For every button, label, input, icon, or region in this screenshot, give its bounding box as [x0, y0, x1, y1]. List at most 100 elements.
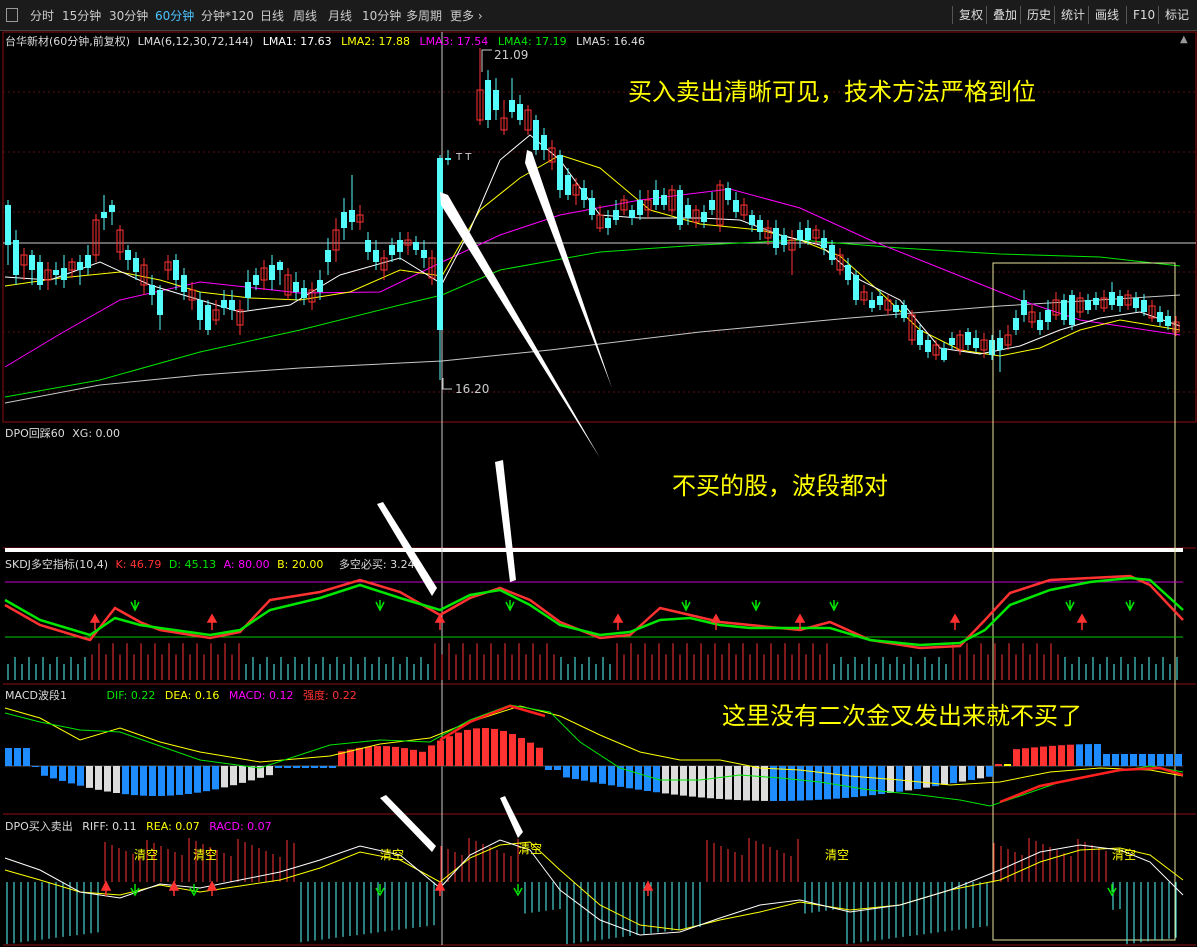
skdj-ls-value: 多空必买: 3.24 [338, 558, 415, 571]
macd-bar [500, 730, 507, 766]
period-tab-7[interactable]: 月线 [328, 7, 352, 24]
macd-bar [239, 766, 246, 783]
macd-bar [923, 766, 930, 788]
candle-body [269, 265, 275, 280]
skdj-histogram [7, 643, 1178, 680]
candle-body [973, 338, 979, 348]
macd-title[interactable]: MACD波段1 [5, 689, 67, 702]
macd-bar [626, 766, 633, 789]
toolbar-button-0[interactable]: 复权 [952, 6, 983, 24]
skdj-title[interactable]: SKDJ多空指标(10,4) [5, 558, 108, 571]
dpo2-racd-value: RACD: 0.07 [209, 820, 272, 833]
candle-body [245, 282, 251, 298]
candle-body [709, 200, 715, 210]
macd-bar [104, 766, 111, 792]
macd-bar [464, 729, 471, 766]
macd-bar [770, 766, 777, 801]
skdj-panel-title: SKDJ多空指标(10,4) K: 46.79 D: 45.13 A: 80.0… [5, 556, 415, 572]
macd-bar [140, 766, 147, 796]
macd-bar [113, 766, 120, 794]
macd-bar [1085, 744, 1092, 766]
macd-bar [1175, 754, 1182, 766]
candle-body [637, 200, 643, 215]
macd-bar [761, 766, 768, 801]
candle-body [845, 265, 851, 280]
toolbar-button-4[interactable]: 画线 [1088, 6, 1119, 24]
candle-body [1037, 320, 1043, 330]
macd-bar [752, 766, 759, 801]
toolbar-button-3[interactable]: 统计 [1054, 6, 1085, 24]
candle-body [1165, 316, 1171, 326]
dpo2-panel-title: DPO买入卖出 RIFF: 0.11 REA: 0.07 RACD: 0.07 [5, 818, 272, 834]
clear-label: 清空 [380, 848, 405, 862]
candle-body [133, 258, 139, 272]
annotation-text: 这里没有二次金叉发出来就不买了 [722, 702, 1082, 730]
candle-body [341, 212, 347, 228]
macd-bar [572, 766, 579, 780]
period-tab-10[interactable]: 更多 › [450, 7, 483, 24]
macd-bar [293, 766, 300, 768]
lma2-line [4, 154, 1181, 357]
period-tab-2[interactable]: 30分钟 [109, 7, 148, 24]
period-tab-0[interactable]: 分时 [30, 7, 54, 24]
chart-canvas: 21.09 16.20 T T [2, 31, 1197, 946]
scroll-up-arrow-icon[interactable]: ▲ [1180, 34, 1188, 45]
macd-bar [419, 751, 426, 766]
macd-bar [356, 747, 363, 766]
period-tab-9[interactable]: 多周期 [406, 7, 442, 24]
lma1-value: LMA1: 17.63 [262, 35, 332, 48]
panel-splitter[interactable] [5, 548, 1183, 552]
candle-body [389, 245, 395, 255]
dpo-title[interactable]: DPO回踩60 [5, 427, 65, 440]
period-tab-6[interactable]: 周线 [293, 7, 317, 24]
candle-body [773, 228, 779, 248]
macd-bar [1058, 745, 1065, 766]
candle-body [53, 270, 59, 275]
candle-body [1069, 295, 1075, 325]
period-tab-5[interactable]: 日线 [260, 7, 284, 24]
sell-arrow-icon [513, 884, 523, 897]
macd-bar [968, 766, 975, 780]
macd-bar [446, 736, 453, 766]
sell-arrow-icon [130, 600, 140, 612]
toolbar-button-6[interactable]: 标记 [1158, 6, 1189, 24]
skdj-d-value: D: 45.13 [168, 558, 217, 571]
macd-bar [707, 766, 714, 799]
macd-bar [41, 766, 48, 776]
candle-body [661, 195, 667, 205]
toolbar-button-2[interactable]: 历史 [1020, 6, 1051, 24]
buy-arrow-icon [206, 613, 218, 630]
sell-arrow-icon [505, 600, 515, 612]
toolbar-button-5[interactable]: F10 [1126, 6, 1155, 24]
tt-marker: T T [455, 152, 472, 163]
toolbar-button-1[interactable]: 叠加 [986, 6, 1017, 24]
macd-bar [995, 764, 1002, 766]
candle-body [349, 210, 355, 222]
dpo-histogram [6, 838, 1177, 945]
candle-body [277, 262, 283, 270]
annotation-text: 买入卖出清晰可见，技术方法严格到位 [628, 78, 1036, 106]
macd-bar [545, 766, 552, 770]
candle-body [413, 242, 419, 250]
macd-bar [833, 766, 840, 799]
macd-bar [860, 766, 867, 797]
period-tab-8[interactable]: 10分钟 [362, 7, 401, 24]
dpo2-title[interactable]: DPO买入卖出 [5, 820, 73, 833]
buy-arrow-icon [434, 613, 446, 630]
window-menu-icon[interactable] [6, 8, 18, 22]
macd-bar [221, 766, 228, 788]
candle-body [325, 250, 331, 262]
candle-body [1013, 318, 1019, 330]
macd-bar [50, 766, 57, 779]
candle-body [317, 280, 323, 292]
candle-body [589, 198, 595, 215]
dpo2-riff-value: RIFF: 0.11 [82, 820, 137, 833]
lma2-value: LMA2: 17.88 [341, 35, 410, 48]
period-tab-1[interactable]: 15分钟 [62, 7, 101, 24]
period-tab-4[interactable]: 分钟*120 [201, 7, 254, 24]
period-tab-3[interactable]: 60分钟 [155, 7, 194, 24]
lma-settings[interactable]: LMA(6,12,30,72,144) [138, 35, 254, 48]
candle-body [917, 330, 923, 345]
skdj-a-value: A: 80.00 [223, 558, 270, 571]
candle-body [485, 80, 491, 120]
